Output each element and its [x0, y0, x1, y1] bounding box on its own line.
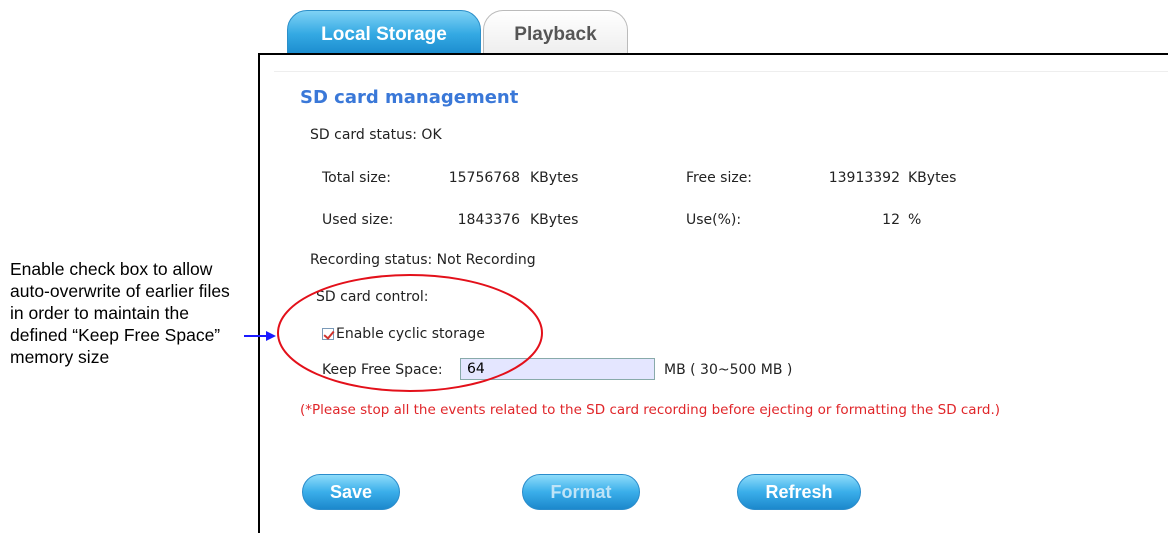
used-size-value: 1843376 — [457, 212, 520, 228]
warning-text: (*Please stop all the events related to … — [300, 402, 1001, 418]
use-percent-unit: % — [908, 212, 922, 228]
annotation-text: Enable check box to allow auto-overwrite… — [10, 259, 230, 367]
tab-local-storage[interactable]: Local Storage — [287, 10, 481, 54]
sd-card-status: SD card status: OK — [310, 127, 442, 143]
section-title: SD card management — [300, 87, 519, 108]
used-size-label: Used size: — [322, 212, 394, 228]
free-size-value: 13913392 — [828, 170, 900, 186]
save-button[interactable]: Save — [302, 474, 400, 510]
tab-playback-label: Playback — [514, 24, 597, 45]
refresh-button-label: Refresh — [765, 482, 833, 502]
save-button-label: Save — [329, 482, 373, 502]
total-size-unit: KBytes — [530, 170, 579, 186]
keep-free-space-hint: MB ( 30~500 MB ) — [664, 362, 793, 378]
tab-playback[interactable]: Playback — [483, 10, 628, 54]
used-size-unit: KBytes — [530, 212, 579, 228]
use-percent-value: 12 — [882, 212, 900, 228]
format-button-label: Format — [550, 482, 612, 502]
enable-cyclic-storage-label: Enable cyclic storage — [336, 326, 485, 342]
keep-free-space-input[interactable] — [460, 358, 655, 380]
sd-card-control-heading: SD card control: — [316, 289, 429, 305]
free-size-unit: KBytes — [908, 170, 957, 186]
use-percent-label: Use(%): — [686, 212, 742, 228]
total-size-label: Total size: — [322, 170, 392, 186]
enable-cyclic-storage-checkbox[interactable] — [322, 328, 334, 340]
keep-free-space-label: Keep Free Space: — [322, 362, 443, 378]
total-size-value: 15756768 — [448, 170, 520, 186]
recording-status: Recording status: Not Recording — [310, 252, 536, 268]
free-size-label: Free size: — [686, 170, 753, 186]
tab-local-storage-label: Local Storage — [321, 24, 447, 45]
refresh-button[interactable]: Refresh — [737, 474, 861, 510]
panel-divider — [274, 71, 1168, 72]
format-button[interactable]: Format — [522, 474, 640, 510]
